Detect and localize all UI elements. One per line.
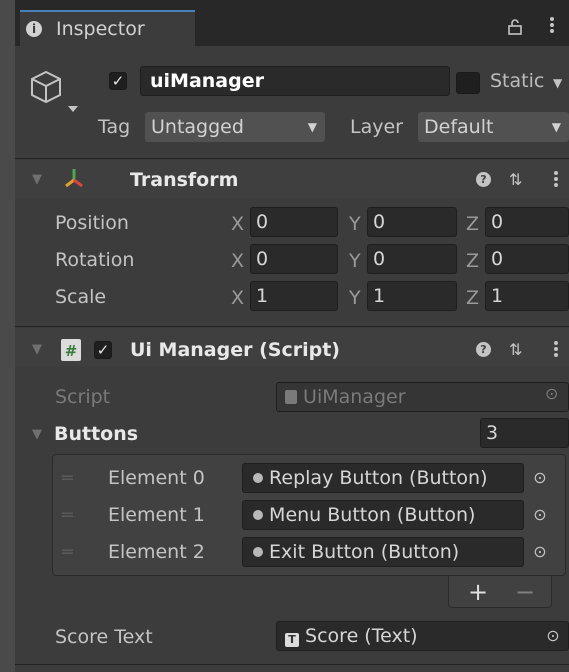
element-value: Replay Button (Button) — [269, 467, 488, 489]
help-icon[interactable]: ? — [476, 342, 491, 357]
element-0-field[interactable]: Replay Button (Button) — [242, 463, 524, 493]
add-element-button[interactable]: + — [468, 578, 488, 606]
position-z-field[interactable]: 0 — [485, 207, 569, 237]
drag-handle-icon[interactable]: ═ — [62, 505, 73, 526]
component-enabled-checkbox[interactable]: ✓ — [94, 341, 112, 359]
foldout-arrow-icon[interactable]: ▼ — [32, 342, 42, 357]
layer-value: Default — [424, 116, 494, 138]
transform-title: Transform — [130, 169, 239, 191]
axis-z-label: Z — [466, 250, 480, 272]
component-dot-icon — [253, 510, 263, 520]
object-picker-icon[interactable]: ⊙ — [540, 622, 566, 650]
remove-element-button[interactable]: − — [515, 578, 535, 606]
axis-x-label: X — [231, 250, 245, 272]
script-reference-value: UiManager — [303, 386, 406, 408]
kebab-menu-icon[interactable] — [553, 170, 559, 193]
scale-x-field[interactable]: 1 — [250, 281, 338, 311]
presets-icon[interactable]: ⇅ — [509, 170, 522, 189]
component-dot-icon — [253, 473, 263, 483]
object-picker-icon: ⊙ — [545, 384, 559, 403]
buttons-size-field[interactable]: 3 — [480, 418, 569, 448]
foldout-arrow-icon[interactable]: ▼ — [32, 427, 42, 442]
left-edge — [0, 0, 15, 672]
foldout-arrow-icon[interactable]: ▼ — [32, 172, 42, 187]
script-file-icon: # — [60, 338, 82, 367]
axis-x-label: X — [231, 287, 245, 309]
buttons-label[interactable]: Buttons — [54, 423, 138, 445]
tag-value: Untagged — [151, 116, 244, 138]
transform-icon — [62, 166, 86, 195]
chevron-down-icon: ▼ — [307, 120, 317, 134]
axis-y-label: Y — [349, 250, 361, 272]
element-label: Element 0 — [108, 467, 205, 489]
kebab-menu-icon[interactable] — [549, 16, 555, 39]
element-value: Menu Button (Button) — [269, 504, 476, 526]
object-picker-icon[interactable]: ⊙ — [527, 501, 553, 529]
rotation-x-field[interactable]: 0 — [250, 244, 338, 274]
script-label: Script — [55, 386, 111, 408]
script-component-title: Ui Manager (Script) — [130, 339, 340, 361]
svg-text:#: # — [65, 342, 78, 360]
script-reference-field: UiManager — [276, 382, 569, 412]
rotation-y-field[interactable]: 0 — [367, 244, 457, 274]
static-label: Static — [490, 70, 545, 92]
object-picker-icon[interactable]: ⊙ — [527, 538, 553, 566]
score-text-value: Score (Text) — [305, 625, 418, 647]
gameobject-icon[interactable] — [28, 68, 80, 119]
presets-icon[interactable]: ⇅ — [509, 340, 522, 359]
position-label: Position — [55, 212, 129, 234]
element-label: Element 2 — [108, 541, 205, 563]
scale-y-field[interactable]: 1 — [367, 281, 457, 311]
tab-inspector[interactable]: i Inspector — [20, 10, 195, 46]
static-dropdown-caret[interactable]: ▼ — [553, 76, 562, 90]
divider — [15, 664, 569, 665]
help-icon[interactable]: ? — [476, 172, 491, 187]
tag-label: Tag — [98, 116, 131, 138]
chevron-down-icon: ▼ — [551, 120, 561, 134]
script-asset-icon — [285, 390, 297, 404]
scale-z-field[interactable]: 1 — [485, 281, 569, 311]
active-checkbox[interactable]: ✓ — [109, 72, 127, 90]
gameobject-name-input[interactable]: uiManager — [140, 66, 450, 96]
layer-dropdown[interactable]: Default ▼ — [418, 112, 569, 142]
static-checkbox[interactable] — [456, 72, 480, 94]
divider — [15, 158, 569, 159]
drag-handle-icon[interactable]: ═ — [62, 542, 73, 563]
lock-icon[interactable] — [508, 18, 522, 40]
axis-z-label: Z — [466, 287, 480, 309]
axis-x-label: X — [231, 213, 245, 235]
rotation-z-field[interactable]: 0 — [485, 244, 569, 274]
kebab-menu-icon[interactable] — [553, 340, 559, 363]
score-text-field[interactable]: T Score (Text) — [276, 621, 569, 651]
element-value: Exit Button (Button) — [269, 541, 460, 563]
element-label: Element 1 — [108, 504, 205, 526]
layer-label: Layer — [350, 116, 403, 138]
element-1-field[interactable]: Menu Button (Button) — [242, 500, 524, 530]
object-picker-icon[interactable]: ⊙ — [527, 464, 553, 492]
rotation-label: Rotation — [55, 249, 135, 271]
position-x-field[interactable]: 0 — [250, 207, 338, 237]
tab-title: Inspector — [56, 18, 145, 40]
axis-z-label: Z — [466, 213, 480, 235]
axis-y-label: Y — [349, 287, 361, 309]
info-icon: i — [26, 21, 42, 37]
text-component-icon: T — [285, 633, 299, 647]
score-text-label: Score Text — [55, 626, 153, 648]
tag-dropdown[interactable]: Untagged ▼ — [145, 112, 325, 142]
divider — [15, 326, 569, 327]
axis-y-label: Y — [349, 213, 361, 235]
position-y-field[interactable]: 0 — [367, 207, 457, 237]
element-2-field[interactable]: Exit Button (Button) — [242, 537, 524, 567]
scale-label: Scale — [55, 286, 107, 308]
list-add-remove-bar — [448, 576, 552, 608]
drag-handle-icon[interactable]: ═ — [62, 468, 73, 489]
component-dot-icon — [253, 547, 263, 557]
